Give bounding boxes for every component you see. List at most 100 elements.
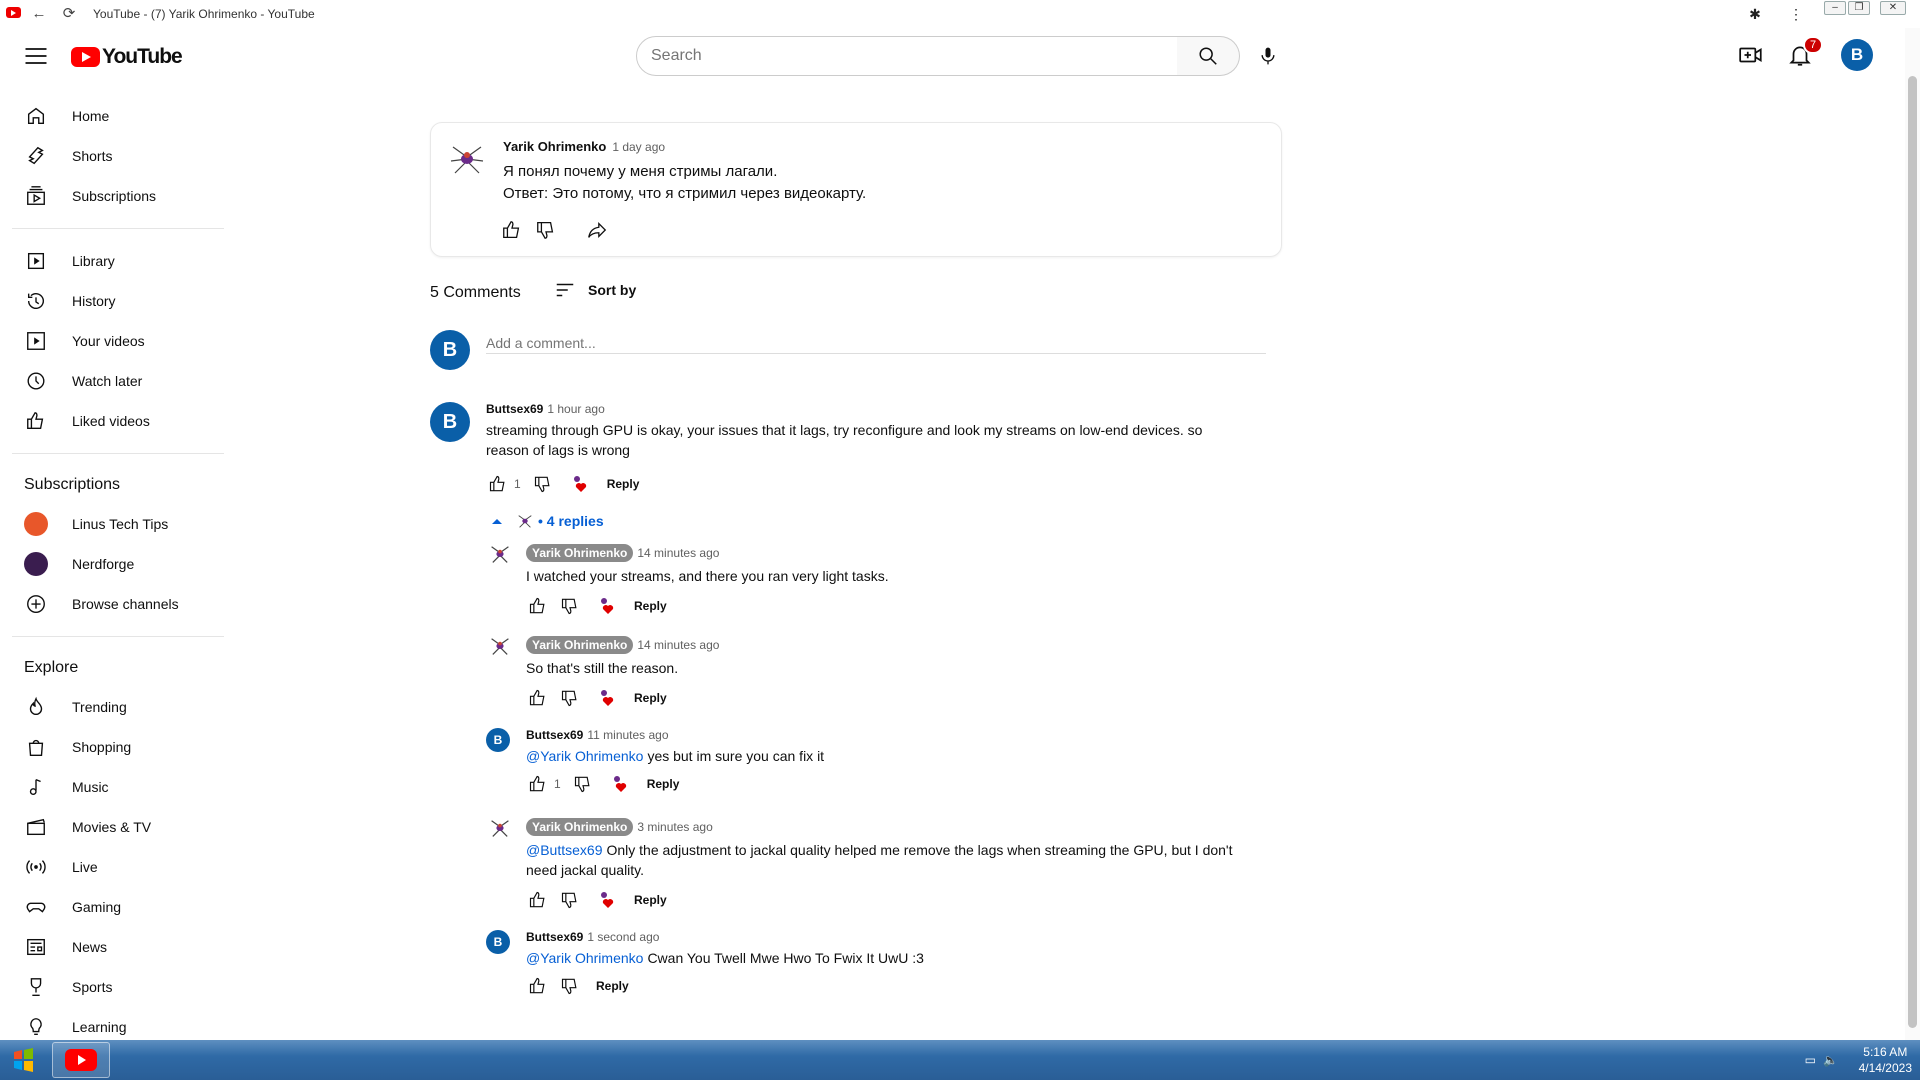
- sidebar-item-sports[interactable]: Sports: [0, 967, 230, 1007]
- dislike-icon[interactable]: [558, 686, 582, 710]
- comment-author[interactable]: Buttsex69 11 minutes ago: [526, 728, 824, 742]
- clock-time[interactable]: 5:16 AM: [1859, 1044, 1912, 1060]
- spider-avatar[interactable]: [488, 542, 512, 566]
- sidebar-item-live[interactable]: Live: [0, 847, 230, 887]
- sidebar-item-history[interactable]: History: [0, 281, 230, 321]
- sidebar-item-label: Learning: [72, 1019, 127, 1035]
- comment-time[interactable]: 14 minutes ago: [637, 638, 719, 652]
- channel-avatar: [24, 512, 48, 536]
- spider-avatar[interactable]: [488, 634, 512, 658]
- comment-time[interactable]: 3 minutes ago: [637, 820, 712, 834]
- sidebar-item-label: Sports: [72, 979, 113, 995]
- like-icon[interactable]: [501, 219, 523, 241]
- reply-button[interactable]: Reply: [647, 777, 680, 791]
- like-icon[interactable]: [526, 888, 550, 912]
- comment-author-badge[interactable]: Yarik Ohrimenko: [526, 636, 634, 654]
- sidebar-item-music[interactable]: Music: [0, 767, 230, 807]
- restore-button[interactable]: ❐: [1848, 1, 1870, 15]
- like-icon[interactable]: [526, 686, 550, 710]
- reply-button[interactable]: Reply: [634, 599, 667, 613]
- sidebar-item-movies-tv[interactable]: Movies & TV: [0, 807, 230, 847]
- sidebar-item-trending[interactable]: Trending: [0, 687, 230, 727]
- search-input[interactable]: [636, 36, 1178, 76]
- sidebar-item-watch-later[interactable]: Watch later: [0, 361, 230, 401]
- dislike-icon[interactable]: [571, 772, 595, 796]
- comment-time[interactable]: 14 minutes ago: [637, 546, 719, 560]
- comment-author-badge[interactable]: Yarik Ohrimenko: [526, 544, 634, 562]
- extensions-puzzle-icon[interactable]: ✱: [1744, 3, 1766, 25]
- like-icon[interactable]: [526, 974, 550, 998]
- dislike-icon[interactable]: [531, 472, 555, 496]
- hamburger-menu-icon[interactable]: [22, 42, 50, 70]
- sidebar-item-liked-videos[interactable]: Liked videos: [0, 401, 230, 441]
- comment-author-avatar[interactable]: B: [486, 728, 510, 752]
- youtube-logo[interactable]: YouTube: [71, 45, 183, 69]
- sidebar-item-gaming[interactable]: Gaming: [0, 887, 230, 927]
- volume-muted-icon[interactable]: 🔈: [1823, 1052, 1838, 1068]
- sidebar-channel-nerdforge[interactable]: Nerdforge: [0, 544, 230, 584]
- dislike-icon[interactable]: [558, 974, 582, 998]
- back-arrow-icon[interactable]: ←: [30, 5, 48, 23]
- browser-menu-icon[interactable]: ⋮: [1785, 3, 1807, 25]
- reload-icon[interactable]: ⟳: [60, 5, 78, 23]
- comment-author[interactable]: Buttsex69 1 second ago: [526, 930, 924, 944]
- spider-avatar[interactable]: [447, 139, 487, 179]
- reply-button[interactable]: Reply: [596, 979, 629, 993]
- reply-button[interactable]: Reply: [607, 477, 640, 491]
- clock-date[interactable]: 4/14/2023: [1859, 1060, 1912, 1076]
- mention-link[interactable]: @Yarik Ohrimenko: [526, 950, 643, 966]
- post-text-line: Я понял почему у меня стримы лагали.: [503, 163, 778, 180]
- scrollbar-thumb[interactable]: [1908, 76, 1917, 1028]
- comment-author-avatar[interactable]: B: [430, 402, 470, 442]
- mention-link[interactable]: @Buttsex69: [526, 842, 602, 858]
- add-comment-input[interactable]: [486, 332, 1266, 354]
- comment-actions: Reply: [526, 974, 924, 998]
- comment-time[interactable]: 11 minutes ago: [587, 728, 668, 742]
- comment-actions: Reply: [526, 686, 719, 710]
- minimize-button[interactable]: –: [1824, 1, 1846, 15]
- taskbar-youtube-app[interactable]: [52, 1042, 110, 1078]
- dislike-icon[interactable]: [558, 888, 582, 912]
- account-avatar-button[interactable]: B: [1841, 39, 1873, 71]
- start-button[interactable]: [6, 1044, 40, 1076]
- comment-time[interactable]: 1 second ago: [587, 930, 659, 944]
- page-scrollbar[interactable]: [1905, 28, 1920, 1040]
- notifications-button[interactable]: 7: [1787, 36, 1824, 68]
- search-button[interactable]: [1177, 36, 1240, 76]
- post-time[interactable]: 1 day ago: [612, 140, 665, 154]
- voice-search-button[interactable]: [1252, 40, 1284, 72]
- sidebar-item-shopping[interactable]: Shopping: [0, 727, 230, 767]
- chevron-up-icon: [490, 516, 504, 526]
- sidebar-item-home[interactable]: Home: [0, 96, 230, 136]
- like-icon[interactable]: [526, 594, 550, 618]
- comment-author-badge[interactable]: Yarik Ohrimenko: [526, 818, 634, 836]
- like-icon[interactable]: [486, 472, 510, 496]
- network-icon[interactable]: ▭: [1805, 1052, 1816, 1068]
- reply-button[interactable]: Reply: [634, 893, 667, 907]
- shopping-icon: [24, 735, 48, 759]
- share-icon[interactable]: [585, 219, 609, 241]
- sidebar-channel-linus-tech-tips[interactable]: Linus Tech Tips: [0, 504, 230, 544]
- hide-replies-toggle[interactable]: • 4 replies: [490, 512, 604, 530]
- sidebar-item-browse-channels[interactable]: Browse channels: [0, 584, 230, 624]
- comment-author[interactable]: Buttsex69 1 hour ago: [486, 402, 1202, 416]
- dislike-icon[interactable]: [535, 219, 557, 241]
- post-author[interactable]: Yarik Ohrimenko 1 day ago: [503, 139, 665, 154]
- spider-avatar[interactable]: [488, 816, 512, 840]
- sidebar-item-your-videos[interactable]: Your videos: [0, 321, 230, 361]
- sort-by-button[interactable]: Sort by: [554, 280, 636, 300]
- dislike-icon[interactable]: [558, 594, 582, 618]
- music-icon: [24, 775, 48, 799]
- reply-button[interactable]: Reply: [634, 691, 667, 705]
- sidebar-item-news[interactable]: News: [0, 927, 230, 967]
- like-icon[interactable]: [526, 772, 550, 796]
- comment-time[interactable]: 1 hour ago: [547, 402, 604, 416]
- history-icon: [24, 289, 48, 313]
- create-video-button[interactable]: [1738, 42, 1764, 68]
- close-button[interactable]: ✕: [1880, 1, 1906, 15]
- comment-author-avatar[interactable]: B: [486, 930, 510, 954]
- mention-link[interactable]: @Yarik Ohrimenko: [526, 748, 643, 764]
- sidebar-item-library[interactable]: Library: [0, 241, 230, 281]
- sidebar-item-subscriptions[interactable]: Subscriptions: [0, 176, 230, 216]
- sidebar-item-shorts[interactable]: Shorts: [0, 136, 230, 176]
